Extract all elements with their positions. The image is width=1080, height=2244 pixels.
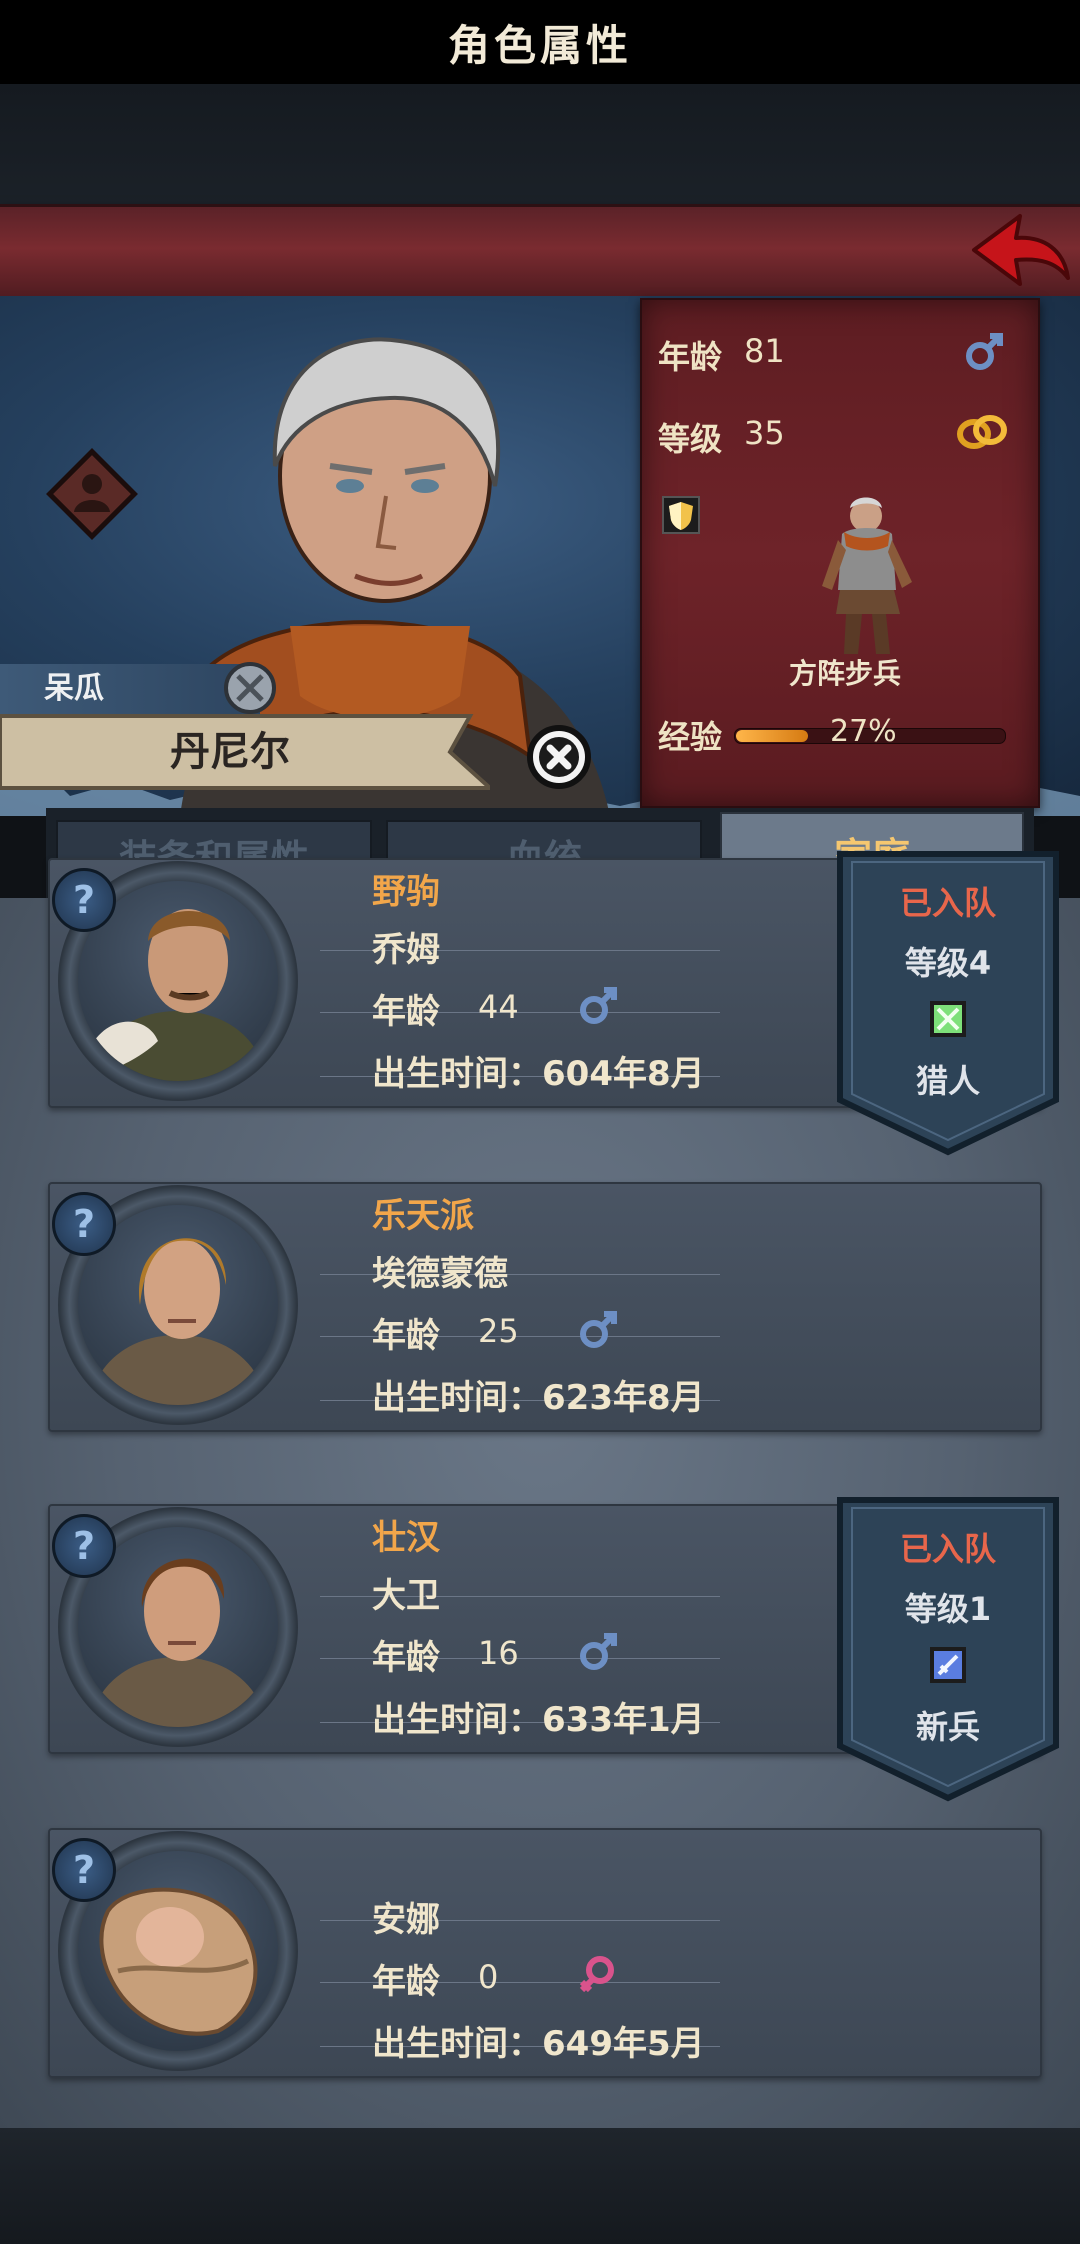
member-birth-date: 出生时间：623年8月 bbox=[372, 1378, 705, 1418]
hunter-bow-icon bbox=[929, 1000, 967, 1038]
level-value: 35 bbox=[744, 414, 785, 452]
question-mark-icon[interactable]: ? bbox=[52, 868, 116, 932]
question-mark-icon[interactable]: ? bbox=[52, 1192, 116, 1256]
close-icon bbox=[527, 725, 591, 789]
member-name: 大卫 bbox=[372, 1576, 440, 1616]
exp-bar-fill bbox=[736, 730, 808, 742]
member-trait: 乐天派 bbox=[372, 1196, 474, 1236]
back-arrow-icon bbox=[972, 214, 1070, 286]
member-age-label: 年龄 bbox=[372, 1962, 440, 2002]
ribbon-class: 新兵 bbox=[915, 1708, 980, 1746]
male-icon bbox=[576, 984, 620, 1028]
exp-label: 经验 bbox=[658, 718, 723, 756]
member-age-value: 16 bbox=[478, 1634, 519, 1672]
back-button[interactable] bbox=[964, 208, 1074, 294]
member-birth-date: 出生时间：604年8月 bbox=[372, 1054, 705, 1094]
member-birth-date: 出生时间：649年5月 bbox=[372, 2024, 705, 2064]
hero-class-emblem-icon[interactable] bbox=[44, 446, 140, 542]
member-age-value: 0 bbox=[478, 1958, 499, 1996]
ribbon-level: 等级1 bbox=[904, 1590, 992, 1628]
medal-icon bbox=[222, 660, 278, 716]
ribbon-status: 已入队 bbox=[899, 884, 996, 922]
member-trait: 野驹 bbox=[372, 872, 440, 912]
member-age-label: 年龄 bbox=[372, 992, 440, 1032]
ribbon-class: 猎人 bbox=[915, 1062, 980, 1100]
nickname-plate bbox=[0, 664, 260, 714]
female-icon bbox=[576, 1954, 620, 1998]
hero-nickname: 呆瓜 bbox=[44, 671, 104, 706]
male-icon bbox=[576, 1630, 620, 1674]
page-title: 角色属性 bbox=[447, 21, 632, 70]
member-name: 安娜 bbox=[372, 1900, 440, 1940]
member-age-label: 年龄 bbox=[372, 1316, 440, 1356]
hero-name[interactable]: 丹尼尔 bbox=[0, 712, 460, 792]
unit-class-name: 方阵步兵 bbox=[788, 657, 901, 690]
male-icon bbox=[576, 1308, 620, 1352]
recruit-sword-icon bbox=[929, 1646, 967, 1684]
male-icon bbox=[962, 330, 1006, 374]
ribbon-status: 已入队 bbox=[899, 1530, 996, 1568]
marriage-ring-icon[interactable] bbox=[954, 410, 1010, 454]
bottom-bar bbox=[0, 2128, 1080, 2244]
ribbon-level: 等级4 bbox=[904, 944, 992, 982]
member-trait: 壮汉 bbox=[372, 1518, 440, 1558]
shield-icon[interactable] bbox=[662, 496, 700, 534]
member-name: 乔姆 bbox=[372, 930, 440, 970]
member-age-value: 44 bbox=[478, 988, 519, 1026]
member-age-label: 年龄 bbox=[372, 1638, 440, 1678]
question-mark-icon[interactable]: ? bbox=[52, 1838, 116, 1902]
age-label: 年龄 bbox=[658, 338, 723, 376]
top-band bbox=[0, 84, 1080, 204]
age-value: 81 bbox=[744, 332, 785, 370]
member-age-value: 25 bbox=[478, 1312, 519, 1350]
level-label: 等级 bbox=[658, 420, 723, 458]
member-name: 埃德蒙德 bbox=[372, 1254, 508, 1294]
exp-percent: 27% bbox=[830, 714, 897, 749]
dismiss-button[interactable] bbox=[526, 724, 592, 790]
title-banner bbox=[0, 204, 1080, 303]
unit-figure bbox=[800, 490, 930, 660]
question-mark-icon[interactable]: ? bbox=[52, 1514, 116, 1578]
member-birth-date: 出生时间：633年1月 bbox=[372, 1700, 705, 1740]
